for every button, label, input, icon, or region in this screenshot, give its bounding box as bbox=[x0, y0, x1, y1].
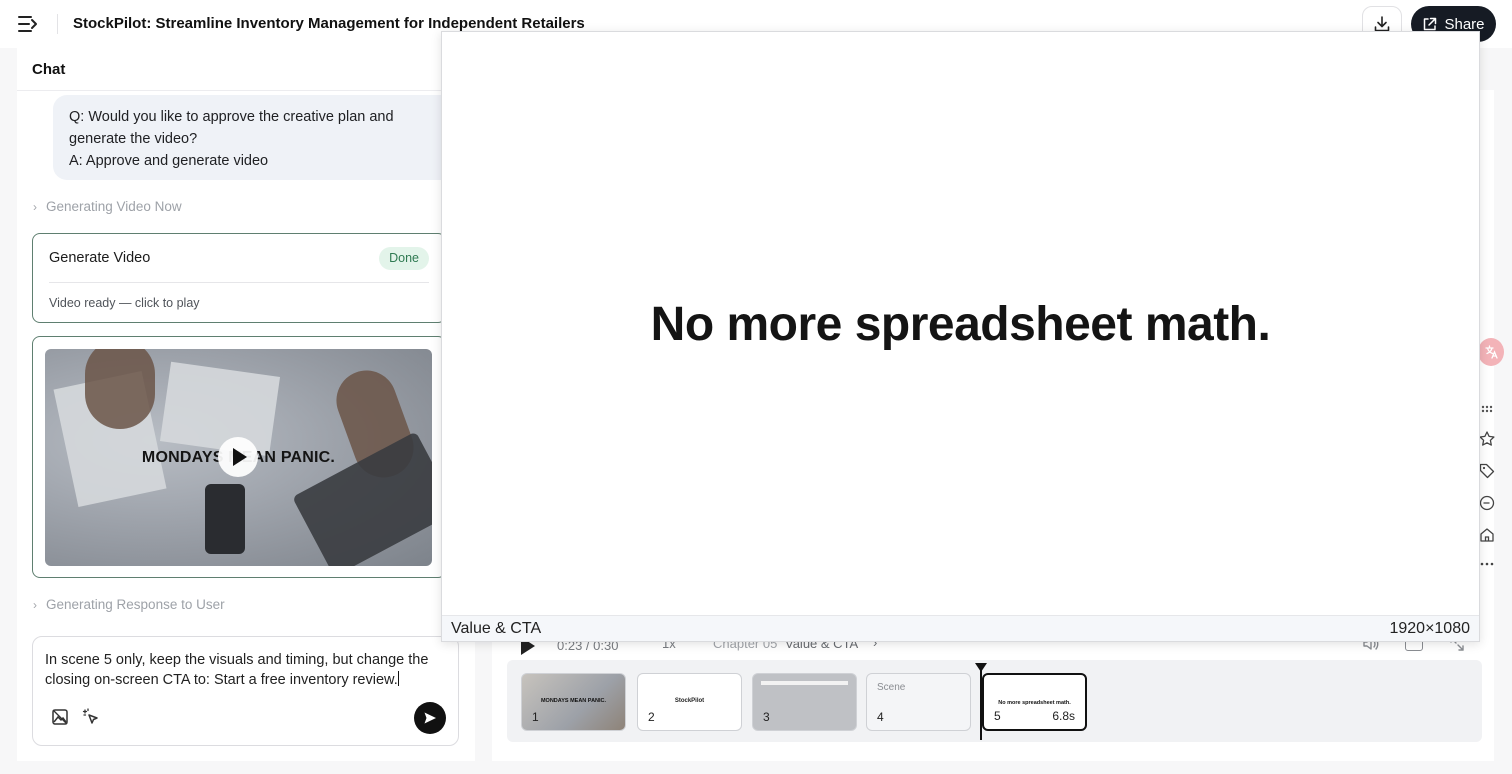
preview-footer: Value & CTA 1920×1080 bbox=[442, 615, 1479, 641]
preview-stage[interactable]: No more spreadsheet math. bbox=[442, 32, 1479, 615]
video-thumbnail[interactable]: MONDAYS MEAN PANIC. bbox=[45, 349, 432, 566]
magic-select-icon[interactable] bbox=[81, 707, 101, 727]
scene-number: 4 bbox=[877, 710, 884, 724]
qa-line: generate the video? bbox=[69, 131, 198, 147]
chat-title: Chat bbox=[32, 61, 66, 78]
divider bbox=[57, 14, 58, 34]
tag-icon[interactable] bbox=[1478, 462, 1496, 480]
scene-mini-bar bbox=[761, 681, 848, 685]
playhead[interactable] bbox=[980, 668, 982, 740]
scene-mini-text: StockPilot bbox=[674, 698, 705, 704]
share-icon bbox=[1424, 17, 1437, 30]
history-icon[interactable] bbox=[1478, 494, 1496, 512]
chat-panel: Chat Q: Would you like to approve the cr… bbox=[17, 48, 475, 761]
scene-mini-text: MONDAYS MEAN PANIC. bbox=[540, 698, 607, 704]
grip-icon[interactable] bbox=[1478, 400, 1496, 418]
thumb-hand bbox=[85, 349, 155, 429]
composer-input[interactable]: In scene 5 only, keep the visuals and ti… bbox=[45, 650, 449, 690]
scene-preview-overlay: No more spreadsheet math. Value & CTA 19… bbox=[441, 31, 1480, 642]
share-label: Share bbox=[1444, 15, 1485, 33]
qa-message-bubble: Q: Would you like to approve the creativ… bbox=[53, 95, 473, 180]
translate-extension-icon[interactable] bbox=[1478, 338, 1504, 366]
home-icon[interactable] bbox=[1478, 526, 1496, 544]
thumb-phone bbox=[205, 484, 245, 554]
message-composer[interactable]: In scene 5 only, keep the visuals and ti… bbox=[32, 636, 459, 746]
scene-thumbnail-2[interactable]: StockPilot 2 bbox=[637, 673, 742, 731]
image-attach-icon[interactable] bbox=[50, 707, 70, 727]
text-caret bbox=[397, 671, 399, 686]
sidebar-toggle-icon[interactable] bbox=[16, 13, 40, 35]
qa-line: Q: Would you like to approve the creativ… bbox=[69, 109, 394, 125]
scene-number: 3 bbox=[763, 710, 770, 724]
status-badge: Done bbox=[379, 247, 429, 270]
composer-text: In scene 5 only, keep the visuals and ti… bbox=[45, 652, 429, 688]
divider bbox=[49, 282, 429, 283]
send-icon bbox=[424, 712, 436, 724]
scene-number: 5 bbox=[994, 709, 1001, 723]
preview-chapter-name: Value & CTA bbox=[451, 620, 542, 637]
send-button[interactable] bbox=[414, 702, 446, 734]
preview-headline: No more spreadsheet math. bbox=[650, 298, 1271, 351]
scene-thumbnail-4[interactable]: Scene 4 bbox=[866, 673, 971, 731]
video-card: MONDAYS MEAN PANIC. bbox=[32, 336, 446, 578]
right-toolbar bbox=[1478, 395, 1498, 575]
chat-header: Chat bbox=[17, 48, 475, 91]
scene-number: 1 bbox=[532, 710, 539, 724]
scene-timeline: MONDAYS MEAN PANIC. 1 StockPilot 2 3 Sce… bbox=[507, 660, 1482, 742]
play-icon[interactable] bbox=[218, 437, 258, 477]
scene-mini-text: Scene bbox=[877, 682, 906, 693]
preview-resolution: 1920×1080 bbox=[1389, 620, 1470, 637]
qa-line: A: Approve and generate video bbox=[69, 153, 269, 169]
thumb-paper bbox=[159, 361, 281, 457]
step-label: Generating Video Now bbox=[46, 199, 182, 214]
chevron-right-icon: › bbox=[33, 597, 37, 612]
generate-video-card[interactable]: Generate Video Done Video ready — click … bbox=[32, 233, 446, 323]
project-title: StockPilot: Streamline Inventory Managem… bbox=[73, 15, 585, 32]
step-generating-video[interactable]: › Generating Video Now bbox=[33, 199, 182, 214]
step-label: Generating Response to User bbox=[46, 597, 225, 612]
scene-thumbnail-3[interactable]: 3 bbox=[752, 673, 857, 731]
step-generating-response[interactable]: › Generating Response to User bbox=[33, 597, 225, 612]
more-icon[interactable] bbox=[1478, 555, 1496, 573]
scene-mini-text: No more spreadsheet math. bbox=[998, 700, 1071, 706]
card-title: Generate Video bbox=[49, 250, 151, 266]
star-icon[interactable] bbox=[1478, 430, 1496, 448]
scene-number: 2 bbox=[648, 710, 655, 724]
chevron-right-icon: › bbox=[33, 199, 37, 214]
scene-thumbnail-1[interactable]: MONDAYS MEAN PANIC. 1 bbox=[521, 673, 626, 731]
scene-thumbnail-5[interactable]: No more spreadsheet math. 5 6.8s bbox=[982, 673, 1087, 731]
card-subtitle: Video ready — click to play bbox=[49, 296, 200, 310]
scene-duration: 6.8s bbox=[1052, 709, 1075, 723]
